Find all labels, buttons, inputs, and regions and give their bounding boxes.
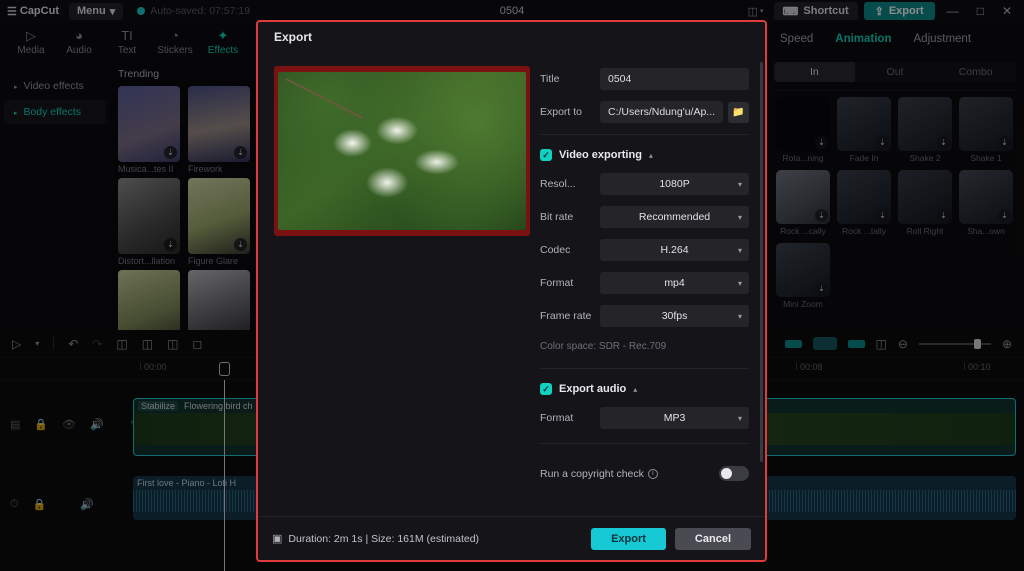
branch-decoration	[285, 78, 364, 119]
export-audio-title: Export audio	[559, 383, 627, 395]
divider	[540, 134, 750, 135]
chevron-down-icon: ▾	[738, 245, 743, 255]
format-row: Format mp4 ▾	[540, 272, 750, 294]
resolution-row: Resol... 1080P ▾	[540, 173, 750, 195]
cancel-button[interactable]: Cancel	[674, 527, 751, 550]
title-value: 0504	[608, 73, 632, 85]
chevron-up-icon[interactable]: ▴	[649, 151, 653, 160]
dialog-scrollbar[interactable]	[760, 62, 764, 462]
export-confirm-button[interactable]: Export	[591, 527, 666, 550]
title-field-row: Title 0504	[540, 68, 750, 90]
duration-info: ▣ Duration: 2m 1s | Size: 161M (estimate…	[272, 532, 480, 546]
resolution-label: Resol...	[540, 178, 576, 190]
codec-value: H.264	[660, 244, 689, 256]
framerate-label: Frame rate	[540, 310, 592, 322]
codec-row: Codec H.264 ▾	[540, 239, 750, 261]
capcut-window: ☰ CapCut Menu ▾ Auto-saved: 07:57:19 050…	[0, 0, 1024, 571]
framerate-select[interactable]: 30fps ▾	[600, 305, 750, 327]
audio-format-select[interactable]: MP3 ▾	[600, 407, 750, 429]
dialog-actions: Export Cancel	[591, 527, 751, 550]
chevron-down-icon: ▾	[738, 179, 743, 189]
film-icon: ▣	[272, 533, 283, 545]
codec-select[interactable]: H.264 ▾	[600, 239, 750, 261]
color-space-text: Color space: SDR - Rec.709	[540, 341, 667, 352]
format-select[interactable]: mp4 ▾	[600, 272, 750, 294]
copyright-check-label: Run a copyright check	[540, 467, 644, 480]
chevron-up-icon[interactable]: ▴	[633, 385, 637, 394]
copyright-toggle-wrap	[719, 466, 750, 481]
dialog-settings-pane: Title 0504 Export to C:/Users/Ndung'u/Ap…	[536, 52, 765, 516]
bitrate-label: Bit rate	[540, 211, 574, 223]
audio-format-label: Format	[540, 412, 574, 424]
chevron-down-icon: ▾	[738, 278, 743, 288]
video-preview-image	[278, 72, 526, 230]
chevron-down-icon: ▾	[738, 413, 743, 423]
dialog-title: Export	[258, 22, 765, 52]
dialog-body: Title 0504 Export to C:/Users/Ndung'u/Ap…	[258, 52, 765, 516]
format-value: mp4	[664, 277, 685, 289]
audio-format-row: Format MP3 ▾	[540, 407, 750, 429]
export-audio-checkbox[interactable]: ✓	[540, 383, 552, 395]
dialog-preview-pane	[258, 52, 536, 516]
export-to-label: Export to	[540, 106, 583, 118]
divider	[540, 368, 750, 369]
video-exporting-checkbox[interactable]: ✓	[540, 149, 552, 161]
chevron-down-icon: ▾	[738, 212, 743, 222]
bitrate-row: Bit rate Recommended ▾	[540, 206, 750, 228]
video-exporting-section-header: ✓ Video exporting ▴	[540, 149, 749, 161]
audio-format-value: MP3	[663, 412, 686, 424]
export-audio-section-header: ✓ Export audio ▴	[540, 383, 749, 395]
bitrate-value: Recommended	[638, 211, 711, 223]
info-icon[interactable]: i	[647, 468, 658, 479]
copyright-toggle[interactable]	[719, 466, 750, 481]
title-label: Title	[540, 73, 560, 85]
title-input[interactable]: 0504	[600, 68, 750, 90]
folder-icon[interactable]: 📁	[728, 101, 750, 123]
copyright-check-label-wrap: Run a copyright check i	[540, 468, 658, 480]
chevron-down-icon: ▾	[738, 311, 743, 321]
toggle-knob	[721, 468, 733, 479]
format-label: Format	[540, 277, 574, 289]
export-to-row: Export to C:/Users/Ndung'u/Ap... 📁	[540, 101, 750, 123]
video-exporting-title: Video exporting	[559, 149, 642, 161]
divider	[540, 443, 750, 444]
export-path-value: C:/Users/Ndung'u/Ap...	[608, 106, 716, 118]
codec-label: Codec	[540, 244, 571, 256]
copyright-check-row: Run a copyright check i	[540, 466, 750, 481]
resolution-value: 1080P	[659, 178, 690, 190]
dialog-footer: ▣ Duration: 2m 1s | Size: 161M (estimate…	[258, 516, 765, 560]
export-dialog: Export Title 0504 Export to C:/Users/Ndu…	[256, 20, 767, 562]
resolution-select[interactable]: 1080P ▾	[600, 173, 750, 195]
duration-text: Duration: 2m 1s | Size: 161M (estimated)	[288, 532, 480, 545]
preview-frame	[274, 66, 530, 236]
export-path-input[interactable]: C:/Users/Ndung'u/Ap...	[600, 101, 724, 123]
bitrate-select[interactable]: Recommended ▾	[600, 206, 750, 228]
framerate-value: 30fps	[661, 310, 688, 322]
framerate-row: Frame rate 30fps ▾	[540, 305, 750, 327]
